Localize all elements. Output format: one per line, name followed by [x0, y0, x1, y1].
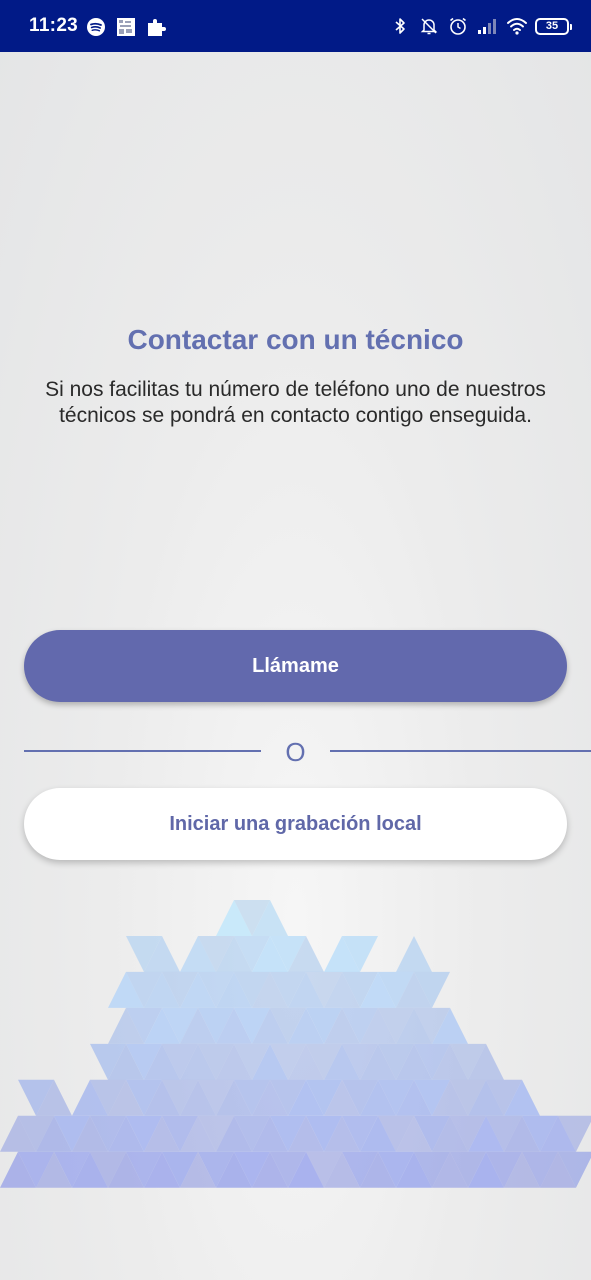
divider-line-left: [24, 750, 261, 752]
status-time: 11:23: [29, 15, 79, 36]
alarm-icon: [448, 16, 468, 36]
page-title: Contactar con un técnico: [127, 324, 464, 355]
image-icon: [116, 17, 136, 37]
signal-icon: [477, 16, 497, 36]
spotify-icon: [86, 17, 106, 37]
puzzle-icon: [146, 17, 166, 37]
divider-line-right: [330, 750, 591, 752]
status-left-icons: [86, 17, 166, 37]
call-me-button[interactable]: Llámame: [24, 630, 567, 702]
bluetooth-icon: [390, 16, 410, 36]
divider-text: O: [285, 737, 306, 767]
bell-off-icon: [419, 16, 439, 36]
status-right-icons: 35: [390, 16, 572, 36]
start-local-recording-button[interactable]: Iniciar una grabación local: [24, 788, 567, 860]
wifi-icon: [506, 16, 527, 36]
status-bar: 11:23 35: [0, 0, 591, 52]
decorative-triangle-pattern: [0, 900, 591, 1188]
battery-icon: 35: [535, 17, 572, 35]
pattern-triangle: [396, 935, 432, 972]
page-description: Si nos facilitas tu número de teléfono u…: [45, 378, 546, 427]
